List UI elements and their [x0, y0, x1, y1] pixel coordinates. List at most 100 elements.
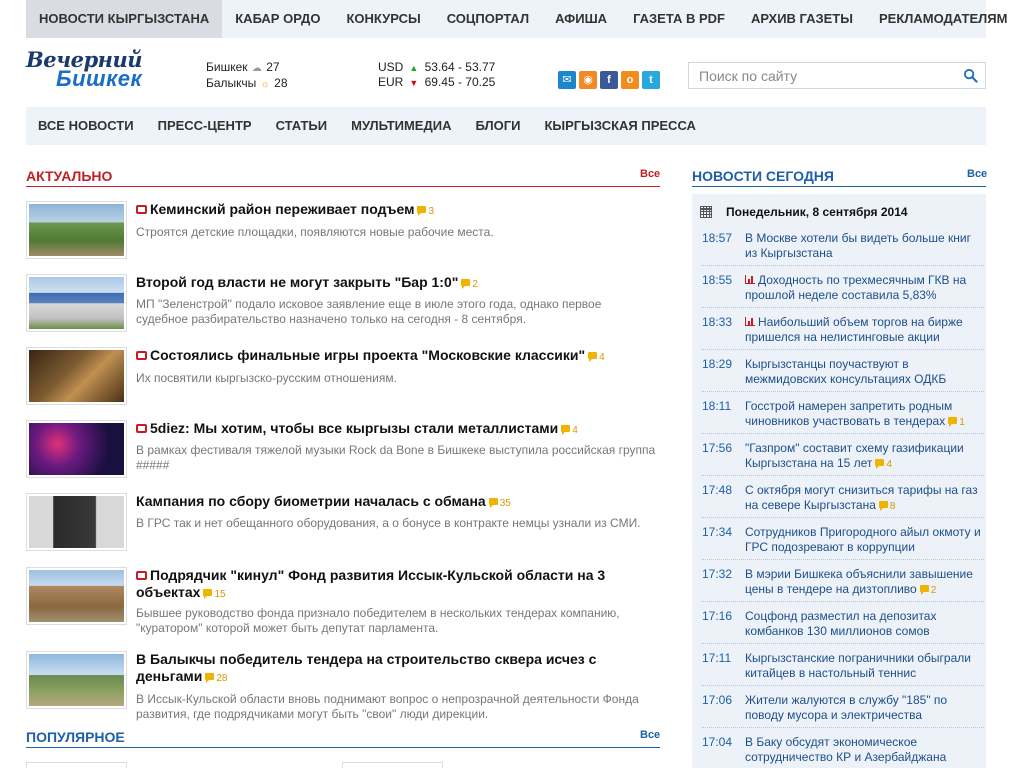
mail-icon[interactable]: ✉	[558, 71, 576, 89]
top-nav-item-afisha[interactable]: АФИША	[542, 0, 620, 38]
news-text[interactable]: Соцфонд разместил на депозитах комбанков…	[745, 609, 983, 639]
article-title[interactable]: Кеминский район переживает подъем 3	[136, 201, 656, 220]
news-text[interactable]: Госстрой намерен запретить родным чиновн…	[745, 399, 983, 430]
calendar-icon[interactable]	[700, 206, 712, 218]
comment-icon	[875, 459, 885, 469]
today-all-link[interactable]: Все	[967, 168, 987, 180]
comment-count[interactable]: 2	[931, 585, 937, 596]
top-nav-item-pdf[interactable]: ГАЗЕТА В PDF	[620, 0, 738, 38]
news-text[interactable]: С октября могут снизиться тарифы на газ …	[745, 483, 983, 514]
news-text-link[interactable]: В Москве хотели бы видеть больше книг из…	[745, 231, 971, 260]
article-item[interactable]: Состоялись финальные игры проекта "Моско…	[26, 347, 660, 407]
article-item[interactable]: Кампания по сбору биометрии началась с о…	[26, 493, 660, 553]
news-date-text: Понедельник, 8 сентября 2014	[726, 205, 908, 219]
site-logo[interactable]: Вечерний Бишкек	[26, 49, 178, 91]
article-title[interactable]: Кампания по сбору биометрии началась с о…	[136, 493, 656, 512]
news-text-link[interactable]: "Газпром" составит схему газификации Кыр…	[745, 441, 964, 470]
article-title-text[interactable]: Второй год власти не могут закрыть "Бар …	[136, 274, 458, 290]
article-title[interactable]: Второй год власти не могут закрыть "Бар …	[136, 274, 656, 293]
article-item[interactable]: Кеминский район переживает подъем 3 Строя…	[26, 201, 660, 261]
news-time: 17:04	[702, 735, 733, 749]
article-thumbnail[interactable]	[26, 201, 127, 259]
article-thumbnail[interactable]	[26, 567, 127, 625]
news-text-link[interactable]: Госстрой намерен запретить родным чиновн…	[745, 399, 952, 428]
comment-count[interactable]: 8	[890, 501, 896, 512]
article-item[interactable]: Второй год власти не могут закрыть "Бар …	[26, 274, 660, 334]
news-text[interactable]: Жители жалуются в службу "185" по поводу…	[745, 693, 983, 723]
top-nav-item-archive[interactable]: АРХИВ ГАЗЕТЫ	[738, 0, 866, 38]
top-nav-item-contests[interactable]: КОНКУРСЫ	[333, 0, 433, 38]
rss-icon[interactable]: ◉	[579, 71, 597, 89]
comment-icon	[919, 585, 929, 595]
search-input[interactable]	[689, 63, 949, 88]
sub-nav-item-kg-press[interactable]: КЫРГЫЗСКАЯ ПРЕССА	[532, 107, 707, 145]
article-thumbnail[interactable]	[26, 274, 127, 332]
odnoklassniki-icon[interactable]: o	[621, 71, 639, 89]
sub-nav-item-articles[interactable]: СТАТЬИ	[264, 107, 340, 145]
comment-count[interactable]: 35	[500, 498, 511, 509]
comment-count[interactable]: 3	[428, 206, 434, 217]
comment-count[interactable]: 1	[959, 417, 965, 428]
article-thumbnail[interactable]	[26, 651, 127, 709]
comment-count[interactable]: 4	[886, 459, 892, 470]
article-thumbnail[interactable]	[26, 347, 127, 405]
twitter-icon[interactable]: t	[642, 71, 660, 89]
article-thumbnail[interactable]	[26, 420, 127, 478]
article-thumbnail[interactable]	[26, 493, 127, 551]
news-text-link[interactable]: Сотрудников Пригородного айыл окмоту и Г…	[745, 525, 981, 554]
article-title[interactable]: В Балыкчы победитель тендера на строител…	[136, 651, 656, 687]
news-text[interactable]: В Баку обсудят экономическое сотрудничес…	[745, 735, 983, 765]
popular-all-link[interactable]: Все	[640, 729, 660, 741]
facebook-icon[interactable]: f	[600, 71, 618, 89]
news-separator	[702, 391, 984, 392]
popular-thumbnail[interactable]	[26, 762, 127, 768]
article-item[interactable]: Подрядчик "кинул" Фонд развития Иссык-Ку…	[26, 567, 660, 639]
sub-nav-item-press-center[interactable]: ПРЕСС-ЦЕНТР	[146, 107, 264, 145]
comment-count[interactable]: 15	[214, 589, 225, 600]
search-icon[interactable]	[963, 68, 978, 83]
comment-icon	[203, 589, 213, 599]
news-text[interactable]: В Москве хотели бы видеть больше книг из…	[745, 231, 983, 261]
article-title-text[interactable]: Кампания по сбору биометрии началась с о…	[136, 493, 486, 509]
article-title[interactable]: Подрядчик "кинул" Фонд развития Иссык-Ку…	[136, 567, 656, 603]
popular-thumbnail[interactable]	[342, 762, 443, 768]
article-item[interactable]: 5diez: Мы хотим, чтобы все кыргызы стали…	[26, 420, 660, 480]
news-separator	[702, 643, 984, 644]
comment-count[interactable]: 28	[216, 673, 227, 684]
weather-row: Бишкек ☁ 27	[206, 60, 288, 76]
news-text[interactable]: "Газпром" составит схему газификации Кыр…	[745, 441, 983, 472]
news-text-link[interactable]: Доходность по трехмесячным ГКВ на прошло…	[745, 273, 966, 302]
article-item[interactable]: В Балыкчы победитель тендера на строител…	[26, 651, 660, 723]
news-text-link[interactable]: С октября могут снизиться тарифы на газ …	[745, 483, 978, 512]
top-nav-item-socportal[interactable]: СОЦПОРТАЛ	[434, 0, 542, 38]
sub-nav-item-blogs[interactable]: БЛОГИ	[463, 107, 532, 145]
news-text-link[interactable]: В Баку обсудят экономическое сотрудничес…	[745, 735, 946, 764]
news-text[interactable]: В мэрии Бишкека объяснили завышение цены…	[745, 567, 983, 598]
top-nav-item-advertisers[interactable]: РЕКЛАМОДАТЕЛЯМ	[866, 0, 1020, 38]
sub-nav-item-all-news[interactable]: ВСЕ НОВОСТИ	[26, 107, 146, 145]
comment-count[interactable]: 4	[572, 425, 578, 436]
article-title[interactable]: Состоялись финальные игры проекта "Моско…	[136, 347, 656, 366]
news-text-link[interactable]: Кыргызстанские пограничники обыграли кит…	[745, 651, 971, 680]
comment-count[interactable]: 4	[599, 352, 605, 363]
top-nav-item-news[interactable]: НОВОСТИ КЫРГЫЗСТАНА	[26, 0, 223, 38]
comment-count[interactable]: 2	[472, 279, 478, 290]
news-text-link[interactable]: Кыргызстанцы поучаствуют в межмидовских …	[745, 357, 946, 386]
news-text[interactable]: Кыргызстанские пограничники обыграли кит…	[745, 651, 983, 681]
news-text-link[interactable]: Наибольший объем торгов на бирже пришелс…	[745, 315, 963, 344]
article-title-text[interactable]: 5diez: Мы хотим, чтобы все кыргызы стали…	[150, 420, 558, 436]
sub-nav-item-multimedia[interactable]: МУЛЬТИМЕДИА	[339, 107, 463, 145]
camera-icon	[136, 571, 147, 580]
news-text[interactable]: Доходность по трехмесячным ГКВ на прошло…	[745, 273, 983, 303]
news-text-link[interactable]: Соцфонд разместил на депозитах комбанков…	[745, 609, 936, 638]
article-title-text[interactable]: Состоялись финальные игры проекта "Моско…	[150, 347, 585, 363]
news-text-link[interactable]: Жители жалуются в службу "185" по поводу…	[745, 693, 947, 722]
top-nav-item-kabar-ordo[interactable]: КАБАР ОРДО	[222, 0, 333, 38]
news-text[interactable]: Кыргызстанцы поучаствуют в межмидовских …	[745, 357, 983, 387]
news-text-link[interactable]: В мэрии Бишкека объяснили завышение цены…	[745, 567, 973, 596]
article-title[interactable]: 5diez: Мы хотим, чтобы все кыргызы стали…	[136, 420, 656, 439]
article-title-text[interactable]: Кеминский район переживает подъем	[150, 201, 414, 217]
actual-all-link[interactable]: Все	[640, 168, 660, 180]
news-text[interactable]: Сотрудников Пригородного айыл окмоту и Г…	[745, 525, 983, 555]
news-text[interactable]: Наибольший объем торгов на бирже пришелс…	[745, 315, 983, 345]
